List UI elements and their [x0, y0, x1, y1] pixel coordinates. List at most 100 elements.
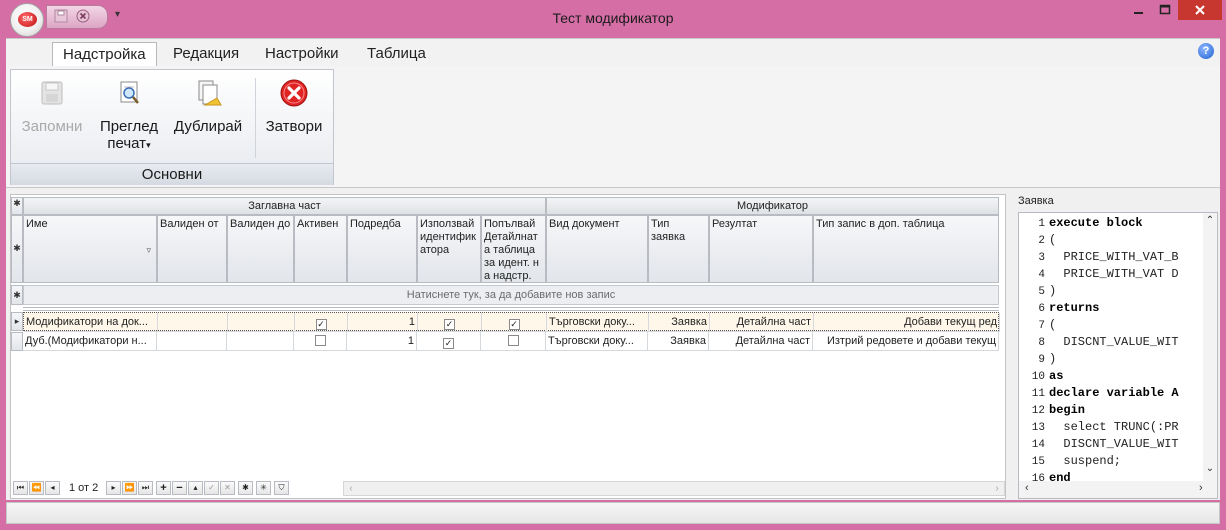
print-preview-label-line2: печат	[107, 135, 147, 152]
column-header-request-type[interactable]: Тип заявка	[648, 215, 709, 283]
next-record-icon[interactable]: ▸	[106, 481, 121, 495]
print-preview-button[interactable]: Преглед печат▾	[95, 78, 163, 152]
duplicate-button-label: Дублирай	[173, 118, 243, 135]
column-header-doc-type[interactable]: Вид документ	[546, 215, 648, 283]
sql-line-text: as	[1049, 369, 1064, 383]
cancel-edit-icon[interactable]: ✕	[220, 481, 235, 495]
minimize-button[interactable]	[1126, 0, 1152, 20]
edit-record-icon[interactable]: ▴	[188, 481, 203, 495]
prev-page-icon[interactable]: ⏪	[29, 481, 44, 495]
sql-line: 1 execute block	[1019, 215, 1205, 232]
cell-result[interactable]: Детайлна част	[710, 313, 814, 332]
scroll-left-icon[interactable]: ‹	[344, 482, 358, 495]
sql-line-text: execute block	[1049, 216, 1143, 230]
column-header-valid-from[interactable]: Валиден от	[157, 215, 227, 283]
use-ident-checkbox[interactable]: ✓	[443, 338, 454, 349]
close-circle-icon	[280, 79, 308, 107]
sql-line-number: 5	[1038, 286, 1045, 298]
cell-fill-detail[interactable]	[481, 332, 546, 351]
filter-funnel-icon[interactable]: ⛉	[274, 481, 289, 495]
row-indicator[interactable]	[11, 332, 23, 351]
scroll-up-icon[interactable]: ⌃	[1203, 215, 1217, 226]
scroll-down-icon[interactable]: ⌄	[1203, 463, 1217, 474]
prev-record-icon[interactable]: ◂	[45, 481, 60, 495]
tab-tablitsa[interactable]: Таблица	[357, 42, 436, 67]
help-icon[interactable]: ?	[1198, 43, 1214, 59]
cell-active[interactable]: ✓	[295, 313, 348, 332]
filter-icon[interactable]: ▿	[146, 244, 151, 257]
tab-redaktsiya[interactable]: Редакция	[163, 42, 249, 67]
sql-line-text: declare variable A	[1049, 386, 1179, 400]
column-header-fill-detail[interactable]: Попълвай Детайлната таблица за идент. на…	[481, 215, 546, 283]
post-record-icon[interactable]: ✓	[204, 481, 219, 495]
cell-valid-from[interactable]	[157, 332, 227, 351]
sql-line-text: end	[1049, 471, 1071, 485]
band-main: Заглавна част	[23, 197, 546, 215]
add-record-icon[interactable]: +	[156, 481, 171, 495]
table-row[interactable]: Дуб.(Модификатори н... 1 ✓ Търговски док…	[23, 332, 999, 351]
tab-nastroyki[interactable]: Настройки	[255, 42, 349, 67]
cell-valid-to[interactable]	[227, 332, 294, 351]
sql-line-number: 12	[1031, 405, 1045, 417]
cell-record-type[interactable]: Добави текущ ред	[814, 313, 1000, 332]
sql-line-number: 3	[1038, 252, 1045, 264]
sql-line: 13 select TRUNC(:PR	[1019, 419, 1205, 436]
sql-vertical-scrollbar[interactable]: ⌃ ⌄	[1203, 213, 1217, 481]
cell-active[interactable]	[294, 332, 347, 351]
column-header-use-ident[interactable]: Използвай идентификатора	[417, 215, 481, 283]
save-button[interactable]: Запомни	[17, 78, 87, 135]
duplicate-icon	[198, 80, 222, 106]
use-ident-checkbox[interactable]: ✓	[444, 319, 455, 330]
duplicate-button[interactable]: Дублирай	[171, 78, 245, 135]
save-button-label: Запомни	[21, 118, 83, 135]
cell-name[interactable]: Дуб.(Модификатори н...	[23, 332, 157, 351]
cell-use-ident[interactable]: ✓	[417, 332, 481, 351]
window-close-button[interactable]	[1178, 0, 1222, 20]
current-row-indicator-icon[interactable]: ▸	[11, 312, 23, 331]
cell-name[interactable]: Модификатори на док...	[24, 313, 158, 332]
active-checkbox[interactable]	[314, 335, 326, 346]
column-header-name[interactable]: Име ▿	[23, 215, 157, 283]
cell-record-type[interactable]: Изтрий редовете и добави текущ	[813, 332, 999, 351]
sql-panel: Заявка ⌃ ⌄ ‹ › 1 execute block 2(3 PRICE_W…	[1016, 192, 1220, 500]
cell-order[interactable]: 1	[347, 332, 417, 351]
active-checkbox[interactable]: ✓	[315, 319, 327, 330]
last-record-icon[interactable]: ⏭	[138, 481, 153, 495]
next-page-icon[interactable]: ⏩	[122, 481, 137, 495]
column-header-result[interactable]: Резултат	[709, 215, 813, 283]
refresh-icon[interactable]: ✱	[238, 481, 253, 495]
cell-request-type[interactable]: Заявка	[648, 332, 709, 351]
sql-line-number: 11	[1031, 388, 1045, 400]
cell-valid-from[interactable]	[158, 313, 228, 332]
band-modifier: Модификатор	[546, 197, 999, 215]
sql-line-text: )	[1049, 284, 1057, 298]
save-bookmark-icon[interactable]: ✳	[256, 481, 271, 495]
cell-doc-type[interactable]: Търговски доку...	[546, 332, 648, 351]
cell-order[interactable]: 1	[348, 313, 418, 332]
sql-line: 3 PRICE_WITH_VAT_B	[1019, 249, 1205, 266]
cell-fill-detail[interactable]: ✓	[482, 313, 547, 332]
column-header-order[interactable]: Подредба	[347, 215, 417, 283]
sql-line: 7(	[1019, 317, 1205, 334]
column-header-active[interactable]: Активен	[294, 215, 347, 283]
tab-nadstroyka[interactable]: Надстройка	[52, 42, 157, 67]
cell-valid-to[interactable]	[228, 313, 295, 332]
fill-detail-checkbox[interactable]	[507, 335, 519, 346]
column-header-record-type[interactable]: Тип запис в доп. таблица	[813, 215, 999, 283]
cell-doc-type[interactable]: Търговски доку...	[547, 313, 649, 332]
table-row[interactable]: Модификатори на док... ✓ 1 ✓ ✓ Търговски…	[23, 312, 1000, 332]
column-header-valid-to[interactable]: Валиден до	[227, 215, 294, 283]
delete-record-icon[interactable]: −	[172, 481, 187, 495]
cell-use-ident[interactable]: ✓	[418, 313, 482, 332]
sql-line-text: (	[1049, 318, 1057, 332]
add-new-record-row[interactable]: Натиснете тук, за да добавите нов запис	[23, 285, 999, 305]
grid-horizontal-scrollbar[interactable]: ‹ ›	[343, 481, 1005, 496]
sql-editor[interactable]: ⌃ ⌄ ‹ › 1 execute block 2(3 PRICE_WITH_VAT…	[1018, 212, 1218, 499]
cell-request-type[interactable]: Заявка	[649, 313, 710, 332]
fill-detail-checkbox[interactable]: ✓	[508, 319, 520, 330]
maximize-button[interactable]	[1152, 0, 1178, 20]
close-button[interactable]: Затвори	[261, 78, 327, 135]
first-record-icon[interactable]: ⏮	[13, 481, 28, 495]
scroll-right-icon[interactable]: ›	[990, 482, 1004, 495]
cell-result[interactable]: Детайлна част	[709, 332, 813, 351]
